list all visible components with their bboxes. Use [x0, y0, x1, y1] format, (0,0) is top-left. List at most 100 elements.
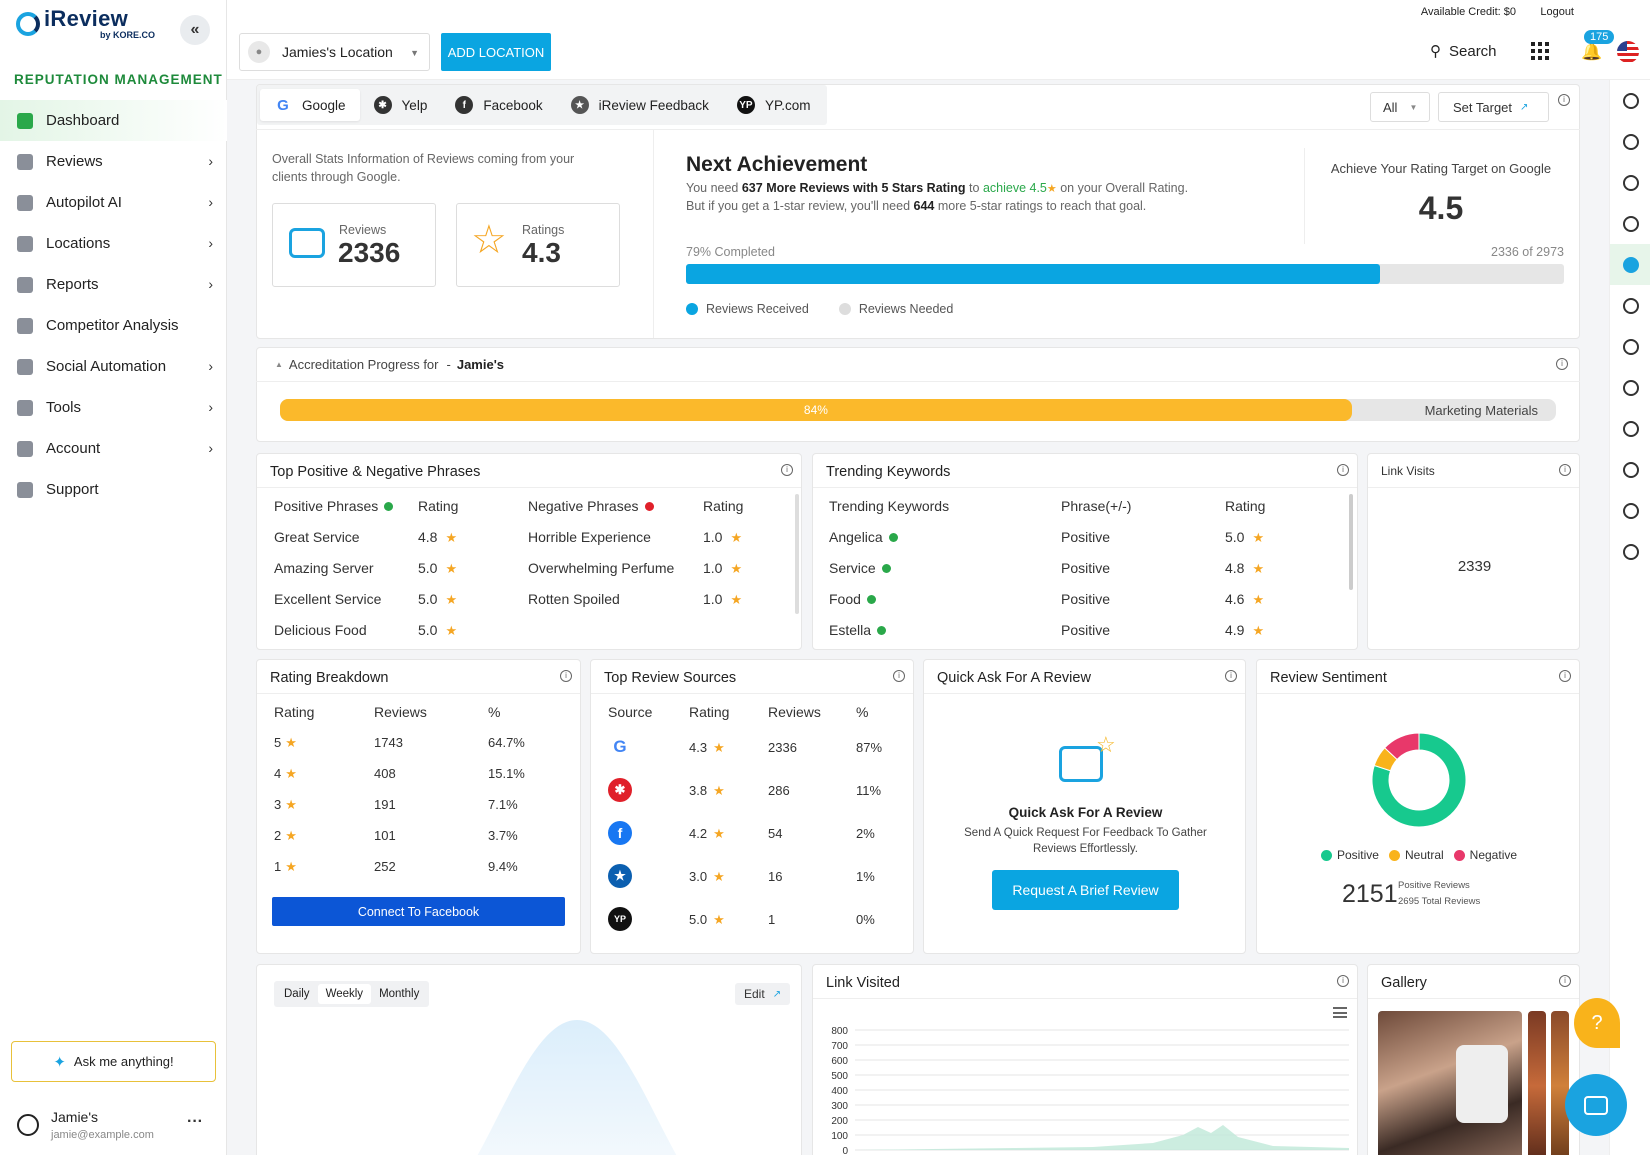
- sidebar-item-reviews[interactable]: Reviews ›: [0, 141, 227, 182]
- ratings-stat-label: Ratings: [522, 223, 565, 237]
- sidebar-item-support[interactable]: Support: [0, 469, 227, 510]
- location-pin-icon: ●: [248, 41, 270, 63]
- table-row: G 4.3 ★ 2336 87%: [608, 735, 908, 761]
- tab-yp-com[interactable]: YP YP.com: [723, 89, 825, 121]
- achievement-line-2: But if you get a 1-star review, you'll n…: [686, 199, 1147, 213]
- rail-tool-icon[interactable]: [1610, 162, 1650, 203]
- info-icon[interactable]: i: [560, 670, 572, 682]
- tab-yelp[interactable]: ✱ Yelp: [360, 89, 442, 121]
- sidebar-item-label: Dashboard: [46, 112, 120, 129]
- accreditation-header[interactable]: ▲ Accreditation Progress for - Jamie's: [275, 357, 504, 372]
- phrase-rating: 5.0 ★: [418, 591, 458, 607]
- trending-table: Trending Keywords Phrase(+/-) Rating Angeli…: [829, 498, 1329, 648]
- sidebar-item-competitor-analysis[interactable]: Competitor Analysis: [0, 305, 227, 346]
- info-icon[interactable]: i: [893, 670, 905, 682]
- ireview-feedback-icon: ★: [570, 96, 589, 114]
- phrase-rating: 1.0 ★: [703, 591, 743, 607]
- sidebar-item-account[interactable]: Account ›: [0, 428, 227, 469]
- info-icon[interactable]: i: [1559, 670, 1571, 682]
- logout-link[interactable]: Logout: [1540, 6, 1574, 18]
- phrases-title: Top Positive & Negative Phrases: [270, 464, 481, 480]
- tab-google[interactable]: G Google: [260, 89, 360, 121]
- rail-tool-icon[interactable]: [1610, 449, 1650, 490]
- table-row: 2 ★ 101 3.7%: [274, 828, 574, 848]
- rail-tool-icon[interactable]: [1610, 408, 1650, 449]
- scrollbar[interactable]: [795, 494, 799, 614]
- rail-tool-icon[interactable]: [1610, 490, 1650, 531]
- accreditation-label: Accreditation Progress for: [288, 357, 439, 372]
- gallery-image[interactable]: [1528, 1011, 1546, 1155]
- source-percent: 87%: [856, 740, 883, 755]
- location-select[interactable]: ● Jamies's Location ▼: [239, 33, 430, 71]
- info-icon[interactable]: i: [1225, 670, 1237, 682]
- rail-tool-icon[interactable]: [1610, 326, 1650, 367]
- legend-item: Negative: [1453, 848, 1517, 862]
- notification-bell-icon[interactable]: 🔔: [1581, 42, 1602, 62]
- filter-select[interactable]: All ▼: [1370, 92, 1430, 122]
- star-icon: ★: [285, 859, 297, 874]
- sidebar-item-locations[interactable]: Locations ›: [0, 223, 227, 264]
- sidebar-item-label: Reports: [46, 276, 99, 293]
- rail-tool-icon[interactable]: [1610, 285, 1650, 326]
- column-header: %: [856, 704, 869, 720]
- review-count: 1743: [374, 735, 403, 750]
- search-button[interactable]: ⚲ Search: [1430, 42, 1497, 61]
- gallery-image[interactable]: [1551, 1011, 1569, 1155]
- chevron-right-icon: ›: [208, 440, 213, 456]
- set-target-button[interactable]: Set Target ↗: [1438, 92, 1549, 122]
- app-logo[interactable]: iReview by KORE.CO: [16, 8, 155, 40]
- sidebar-item-tools[interactable]: Tools ›: [0, 387, 227, 428]
- negative-phrases-header: Negative Phrases: [528, 498, 654, 514]
- source-reviews: 2336: [768, 740, 797, 755]
- chevron-right-icon: ›: [208, 153, 213, 169]
- star-icon: ★: [713, 740, 725, 755]
- tab-facebook[interactable]: f Facebook: [441, 89, 556, 121]
- sidebar-item-autopilot-ai[interactable]: Autopilot AI ›: [0, 182, 227, 223]
- rail-tool-icon[interactable]: [1610, 244, 1650, 285]
- apps-grid-icon[interactable]: [1531, 42, 1549, 60]
- star-icon: ☆: [1096, 732, 1116, 757]
- star-icon: ★: [445, 592, 458, 607]
- rail-tool-icon[interactable]: [1610, 367, 1650, 408]
- scrollbar[interactable]: [1349, 494, 1353, 590]
- trending-title: Trending Keywords: [826, 464, 951, 480]
- info-icon[interactable]: i: [781, 464, 793, 476]
- info-icon[interactable]: i: [1558, 94, 1570, 106]
- sidebar-item-social-automation[interactable]: Social Automation ›: [0, 346, 227, 387]
- tab-ireview-feedback[interactable]: ★ iReview Feedback: [557, 89, 723, 121]
- help-button[interactable]: ?: [1574, 998, 1620, 1048]
- sidebar-item-reports[interactable]: Reports ›: [0, 264, 227, 305]
- info-icon[interactable]: i: [1337, 464, 1349, 476]
- info-icon[interactable]: i: [1556, 358, 1568, 370]
- rail-tool-icon[interactable]: [1610, 121, 1650, 162]
- y-tick-label: 500: [831, 1071, 848, 1082]
- rail-tool-icon[interactable]: [1610, 531, 1650, 572]
- collapse-sidebar-button[interactable]: «: [180, 15, 210, 45]
- chat-widget-button[interactable]: [1565, 1074, 1627, 1136]
- info-icon[interactable]: i: [1559, 464, 1571, 476]
- info-icon[interactable]: i: [1559, 975, 1571, 987]
- quick-ask-heading: Quick Ask For A Review: [1008, 805, 1163, 820]
- info-icon[interactable]: i: [1337, 975, 1349, 987]
- more-options-icon[interactable]: ···: [187, 1113, 203, 1131]
- rail-tool-icon[interactable]: [1610, 80, 1650, 121]
- user-profile[interactable]: Jamie's jamie@example.com ···: [17, 1105, 217, 1145]
- table-row: Amazing Server 5.0 ★ Overwhelming Perfume 1.…: [274, 560, 774, 580]
- review-percent: 7.1%: [488, 797, 518, 812]
- add-location-button[interactable]: ADD LOCATION: [441, 33, 551, 71]
- sentiment-legend: Positive Neutral Negative: [1257, 848, 1581, 862]
- ask-ai-button[interactable]: ✦ Ask me anything!: [11, 1041, 216, 1082]
- keyword: Estella: [829, 622, 887, 638]
- us-flag-icon[interactable]: [1617, 41, 1639, 63]
- request-review-button[interactable]: Request A Brief Review: [992, 870, 1179, 910]
- sidebar-item-dashboard[interactable]: Dashboard: [0, 100, 227, 141]
- gallery-image[interactable]: [1378, 1011, 1522, 1155]
- review-percent: 64.7%: [488, 735, 525, 750]
- rail-tool-icon[interactable]: [1610, 203, 1650, 244]
- star-icon: ★: [713, 783, 725, 798]
- connect-facebook-button[interactable]: Connect To Facebook: [272, 897, 565, 926]
- rating-header: Rating: [703, 498, 744, 514]
- header: ● Jamies's Location ▼ ADD LOCATION ⚲ Sea…: [227, 24, 1650, 80]
- yp-icon: YP: [608, 907, 632, 931]
- overall-stats-description: Overall Stats Information of Reviews com…: [272, 152, 575, 184]
